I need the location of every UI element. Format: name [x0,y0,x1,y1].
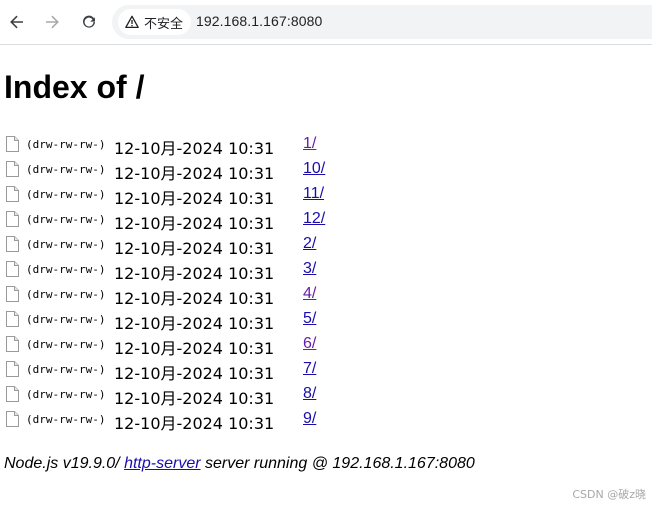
server-footer: Node.js v19.9.0/ http-server server runn… [4,455,475,473]
permission-text: (drw-rw-rw-) [26,338,106,351]
file-icon [6,361,19,377]
list-item: (drw-rw-rw-) 12-10月-2024 10:31 4/ [6,283,646,308]
reload-button[interactable] [75,8,103,36]
directory-link[interactable]: 10/ [303,160,325,178]
list-item: (drw-rw-rw-) 12-10月-2024 10:31 10/ [6,158,646,183]
permission-text: (drw-rw-rw-) [26,413,106,426]
directory-link[interactable]: 5/ [303,310,316,328]
http-server-link[interactable]: http-server [124,455,200,472]
address-bar[interactable]: 不安全 192.168.1.167:8080 [112,5,652,39]
back-arrow-icon [10,15,23,29]
list-item: (drw-rw-rw-) 12-10月-2024 10:31 3/ [6,258,646,283]
file-icon [6,411,19,427]
directory-listing: (drw-rw-rw-) 12-10月-2024 10:31 1/(drw-rw-r… [6,133,646,433]
directory-link[interactable]: 3/ [303,260,316,278]
directory-link[interactable]: 4/ [303,285,316,303]
file-icon [6,236,19,252]
security-indicator[interactable]: 不安全 [118,9,192,35]
list-item: (drw-rw-rw-) 12-10月-2024 10:31 9/ [6,408,646,433]
list-item: (drw-rw-rw-) 12-10月-2024 10:31 5/ [6,308,646,333]
modified-time: 12-10月-2024 10:31 [114,314,275,333]
list-item: (drw-rw-rw-) 12-10月-2024 10:31 11/ [6,183,646,208]
permission-text: (drw-rw-rw-) [26,363,106,376]
file-icon [6,311,19,327]
file-icon [6,211,19,227]
modified-time: 12-10月-2024 10:31 [114,289,275,308]
file-icon [6,186,19,202]
file-icon [6,286,19,302]
directory-link[interactable]: 6/ [303,335,316,353]
modified-time: 12-10月-2024 10:31 [114,214,275,233]
modified-time: 12-10月-2024 10:31 [114,189,275,208]
back-button[interactable] [3,8,31,36]
directory-link[interactable]: 7/ [303,360,316,378]
list-item: (drw-rw-rw-) 12-10月-2024 10:31 8/ [6,383,646,408]
file-icon [6,336,19,352]
directory-link[interactable]: 2/ [303,235,316,253]
directory-link[interactable]: 8/ [303,385,316,403]
list-item: (drw-rw-rw-) 12-10月-2024 10:31 6/ [6,333,646,358]
security-label: 不安全 [144,16,184,32]
modified-time: 12-10月-2024 10:31 [114,239,275,258]
permission-text: (drw-rw-rw-) [26,238,106,251]
file-icon [6,261,19,277]
permission-text: (drw-rw-rw-) [26,213,106,226]
modified-time: 12-10月-2024 10:31 [114,264,275,283]
permission-text: (drw-rw-rw-) [26,388,106,401]
directory-link[interactable]: 1/ [303,135,316,153]
browser-toolbar: 不安全 192.168.1.167:8080 [0,0,652,45]
permission-text: (drw-rw-rw-) [26,138,106,151]
forward-arrow-icon [46,15,59,29]
page-content: Index of / (drw-rw-rw-) 12-10月-2024 10:31… [0,45,652,510]
list-item: (drw-rw-rw-) 12-10月-2024 10:31 2/ [6,233,646,258]
file-icon [6,136,19,152]
modified-time: 12-10月-2024 10:31 [114,139,275,158]
footer-prefix: Node.js v19.9.0/ [4,455,125,472]
file-icon [6,386,19,402]
list-item: (drw-rw-rw-) 12-10月-2024 10:31 7/ [6,358,646,383]
list-item: (drw-rw-rw-) 12-10月-2024 10:31 12/ [6,208,646,233]
file-icon [6,161,19,177]
watermark: CSDN @破z晓 [572,488,646,501]
modified-time: 12-10月-2024 10:31 [114,164,275,183]
reload-icon [83,15,95,28]
directory-link[interactable]: 12/ [303,210,325,228]
footer-suffix: server running @ 192.168.1.167:8080 [200,455,475,472]
url-text[interactable]: 192.168.1.167:8080 [196,13,322,29]
page-title: Index of / [4,69,145,105]
permission-text: (drw-rw-rw-) [26,188,106,201]
permission-text: (drw-rw-rw-) [26,163,106,176]
modified-time: 12-10月-2024 10:31 [114,339,275,358]
permission-text: (drw-rw-rw-) [26,263,106,276]
warning-icon [125,15,139,29]
list-item: (drw-rw-rw-) 12-10月-2024 10:31 1/ [6,133,646,158]
modified-time: 12-10月-2024 10:31 [114,389,275,408]
directory-link[interactable]: 11/ [303,185,324,203]
directory-link[interactable]: 9/ [303,410,316,428]
permission-text: (drw-rw-rw-) [26,288,106,301]
modified-time: 12-10月-2024 10:31 [114,364,275,383]
permission-text: (drw-rw-rw-) [26,313,106,326]
forward-button[interactable] [38,8,66,36]
modified-time: 12-10月-2024 10:31 [114,414,275,433]
